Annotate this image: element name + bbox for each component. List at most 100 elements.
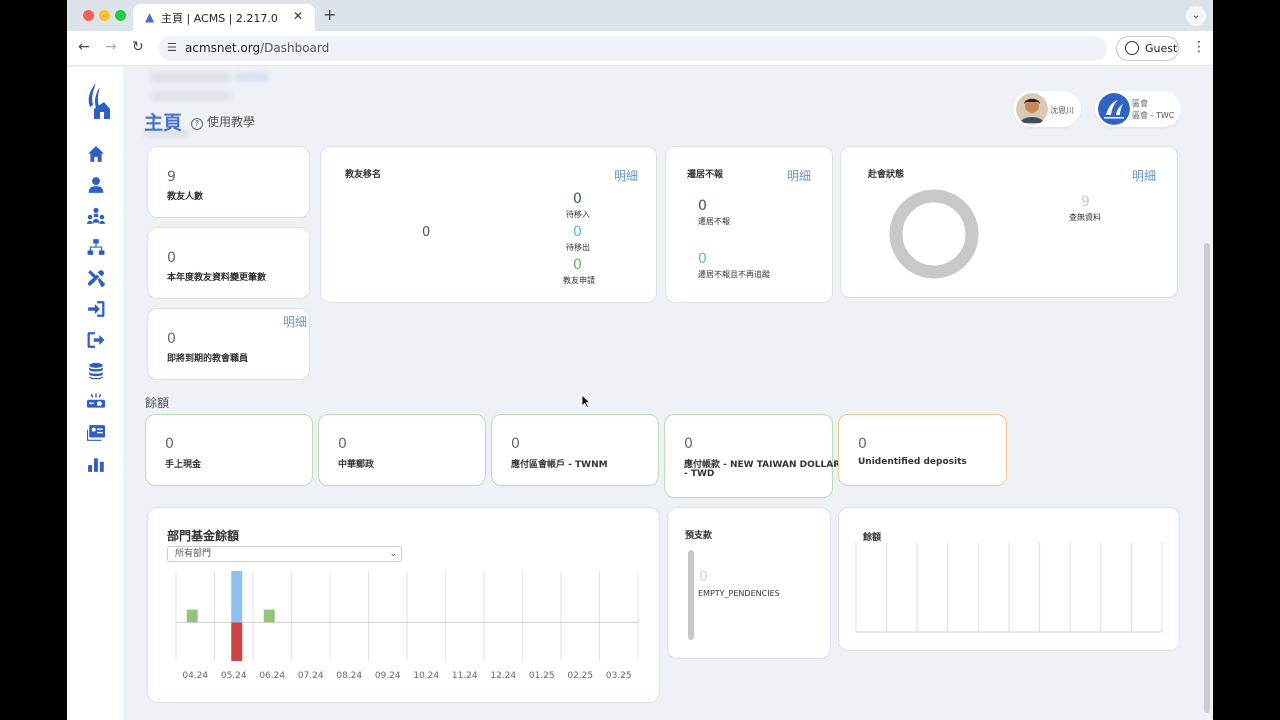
tools-icon[interactable] xyxy=(87,269,105,287)
expiring-label: 即將到期的教會職員 xyxy=(167,354,249,364)
minimize-window-button[interactable] xyxy=(99,10,110,21)
x-tick-label: 10.24 xyxy=(413,671,439,681)
pending-card: 預支款 0 EMPTY_PENDENCIES xyxy=(667,507,831,659)
address-bar[interactable]: ☰ acmsnet.org/Dashboard xyxy=(158,36,1107,61)
x-tick-label: 12.24 xyxy=(490,671,516,681)
attendance-card: 赴會狀態 明細 9 查無資料 xyxy=(840,146,1178,298)
x-tick-label: 01.25 xyxy=(529,671,555,681)
pending-bar xyxy=(688,550,694,640)
moved-detail-link[interactable]: 明細 xyxy=(787,167,811,184)
tab-search-chevron-icon[interactable]: ⌄ xyxy=(1186,6,1206,26)
user-chip[interactable]: 沈恩川 xyxy=(1013,91,1081,127)
moved-b-label: 遷居不報且不再追蹤 xyxy=(698,270,770,279)
bar-04.24-0 xyxy=(186,609,198,623)
browser-menu-icon[interactable]: ⋮ xyxy=(1192,39,1206,55)
profile-icon xyxy=(1125,41,1139,55)
url-text: acmsnet.org/Dashboard xyxy=(185,41,329,55)
sidebar xyxy=(67,67,123,720)
mouse-cursor-icon xyxy=(581,394,591,408)
acms-logo-icon xyxy=(88,83,110,119)
balance-unidentified-label: Unidentified deposits xyxy=(858,457,967,467)
browser-window: ▲ 主頁 | ACMS | 2.217.0 ✕ + ⌄ ← → ↻ ☰ acms… xyxy=(67,0,1213,720)
moved-b-value: 0 xyxy=(698,251,707,267)
app-content: 主頁 ? 使用教學 沈恩川 區會 區會 - TWC 9 教友人數 0 本年度教友… xyxy=(67,67,1213,720)
balance-post-value: 0 xyxy=(338,436,347,452)
x-tick-label: 04.24 xyxy=(182,671,208,681)
balance-post-label: 中華郵政 xyxy=(338,460,375,470)
blurred-breadcrumb xyxy=(151,71,231,83)
changes-card: 0 本年度教友資料變更筆數 xyxy=(147,227,310,299)
sign-in-icon[interactable] xyxy=(87,300,105,318)
reload-icon[interactable]: ↻ xyxy=(132,39,144,55)
help-link[interactable]: ? 使用教學 xyxy=(191,113,255,130)
church-logo-icon xyxy=(1098,93,1130,125)
bar-05.24-2 xyxy=(231,571,243,623)
tab-title: 主頁 | ACMS | 2.217.0 xyxy=(161,12,278,25)
help-label: 使用教學 xyxy=(207,115,256,129)
changes-value: 0 xyxy=(167,250,176,266)
transfer-detail-link[interactable]: 明細 xyxy=(614,167,638,184)
tab-strip: ▲ 主頁 | ACMS | 2.217.0 ✕ + ⌄ xyxy=(67,0,1213,31)
pending-value: 0 xyxy=(699,569,708,585)
balance-empty-chart xyxy=(855,542,1163,633)
acms-favicon-icon: ▲ xyxy=(145,10,155,24)
coins-icon[interactable] xyxy=(87,362,105,380)
id-card-icon[interactable] xyxy=(87,424,105,442)
profile-button[interactable]: Guest xyxy=(1116,36,1179,61)
bar-05.24-1 xyxy=(231,622,243,661)
attendance-detail-link[interactable]: 明細 xyxy=(1132,167,1156,184)
attendance-title: 赴會狀態 xyxy=(868,170,905,180)
page-title: 主頁 xyxy=(144,112,183,134)
maximize-window-button[interactable] xyxy=(115,10,126,21)
site-settings-icon[interactable]: ☰ xyxy=(167,41,177,54)
balance-card-twnm: 0 應付區會帳戶 - TWNM xyxy=(491,414,659,486)
new-tab-icon[interactable]: + xyxy=(323,5,336,24)
organization-name: 區會 xyxy=(1132,99,1148,108)
x-tick-label: 06.24 xyxy=(259,671,285,681)
x-tick-label: 09.24 xyxy=(375,671,401,681)
transfer-out-label: 待移出 xyxy=(566,243,590,252)
x-tick-label: 08.24 xyxy=(336,671,362,681)
balance-card-cash: 0 手上現金 xyxy=(145,414,313,486)
transfer-out-value: 0 xyxy=(573,224,582,240)
dept-fund-bar-chart: 04.24 05.24 06.24 07.24 08.24 09.24 10.24 11.24… xyxy=(175,571,639,681)
balance-cash-label: 手上現金 xyxy=(165,460,202,470)
donut-ring xyxy=(889,189,979,279)
forward-arrow-icon[interactable]: → xyxy=(105,39,117,55)
balance-cash-value: 0 xyxy=(165,436,174,452)
organization-chip[interactable]: 區會 區會 - TWC xyxy=(1095,91,1181,127)
balance-twnm-label: 應付區會帳戶 - TWNM xyxy=(511,460,608,470)
moved-a-value: 0 xyxy=(698,198,707,214)
page-scrollbar[interactable] xyxy=(1204,243,1210,713)
moved-title: 遷居不報 xyxy=(687,170,724,180)
organization-sub: 區會 - TWC xyxy=(1132,111,1175,120)
expiring-detail-link[interactable]: 明細 xyxy=(283,313,307,330)
user-icon[interactable] xyxy=(87,176,105,194)
moved-a-label: 遷居不報 xyxy=(698,217,730,226)
attendance-donut-chart xyxy=(889,189,979,279)
attendance-label: 查無資料 xyxy=(1069,213,1101,222)
members-card: 9 教友人數 xyxy=(147,146,310,218)
org-chart-icon[interactable] xyxy=(87,207,105,225)
pending-title: 預支款 xyxy=(685,531,713,541)
home-icon[interactable] xyxy=(87,145,105,163)
close-window-button[interactable] xyxy=(83,10,94,21)
expiring-staff-card: 明細 0 即將到期的教會職員 xyxy=(147,308,310,380)
transfer-title: 教友移名 xyxy=(345,170,382,180)
transfer-apply-label: 教友申請 xyxy=(563,276,595,285)
balance-twd-value: 0 xyxy=(684,436,693,452)
blurred-breadcrumb-link xyxy=(235,72,269,81)
members-label: 教友人數 xyxy=(167,192,204,202)
close-tab-icon[interactable]: ✕ xyxy=(293,9,303,23)
x-tick-label: 05.24 xyxy=(221,671,247,681)
projector-icon[interactable] xyxy=(87,393,105,411)
back-arrow-icon[interactable]: ← xyxy=(78,39,90,55)
bar-06.24-0 xyxy=(263,609,275,623)
sitemap-icon[interactable] xyxy=(87,238,105,256)
dept-fund-card: 部門基金餘額 所有部門 ⌄ 04.24 05.24 06.24 07.24 08.24 09… xyxy=(147,507,660,703)
browser-tab[interactable]: ▲ 主頁 | ACMS | 2.217.0 ✕ xyxy=(133,4,315,31)
sign-out-icon[interactable] xyxy=(87,331,105,349)
user-name: 沈恩川 xyxy=(1050,106,1074,115)
moved-card: 遷居不報 明細 0 遷居不報 0 遷居不報且不再追蹤 xyxy=(665,146,833,303)
bar-chart-icon[interactable] xyxy=(87,455,105,473)
